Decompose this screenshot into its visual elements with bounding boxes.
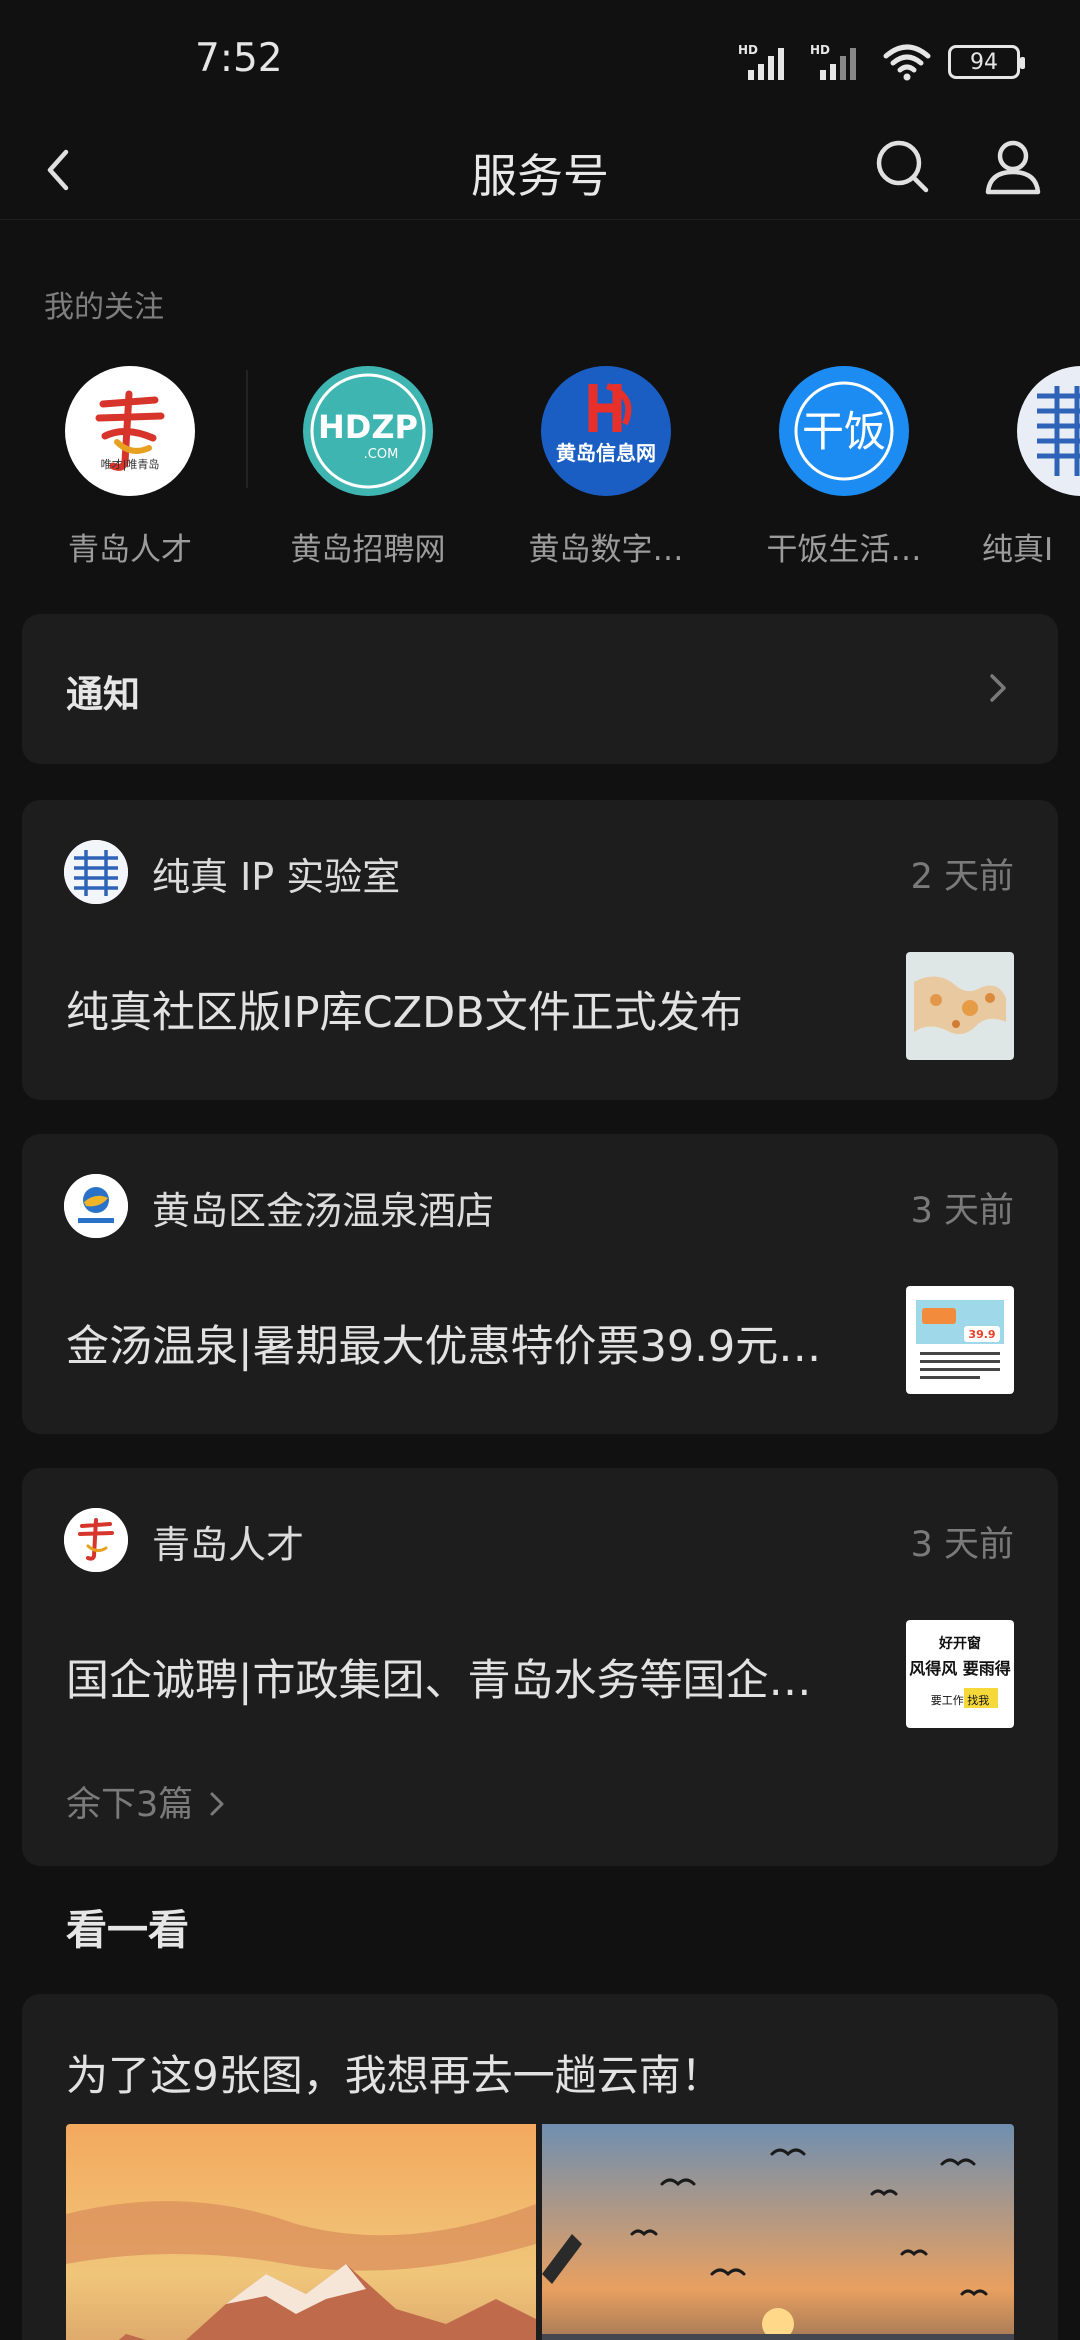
article-card[interactable]: 为了这9张图，我想再去一趟云南！ bbox=[22, 1994, 1058, 2340]
following-item-name: 黄岛数字… bbox=[528, 532, 684, 568]
profile-button[interactable] bbox=[978, 132, 1048, 202]
promo-poster-thumbnail: 39.9 bbox=[906, 1286, 1014, 1394]
jintang-hotel-logo-icon bbox=[64, 1174, 128, 1238]
qingdao-talent-logo-icon: 唯才|唯青岛 bbox=[95, 390, 165, 471]
svg-text:要工作 找我: 要工作 找我 bbox=[931, 1693, 990, 1707]
following-item-ganfan-life[interactable]: 干饭 干饭生活… bbox=[744, 362, 944, 572]
search-icon bbox=[876, 140, 929, 193]
recruitment-poster-thumbnail: 好开窗 风得风 要雨得 要工作 找我 bbox=[906, 1620, 1014, 1728]
nav-header: 服务号 bbox=[0, 120, 1080, 220]
svg-text:黄岛信息网: 黄岛信息网 bbox=[556, 441, 656, 465]
article-image-mountain[interactable] bbox=[66, 2124, 536, 2340]
avatar: 黄岛信息网 bbox=[541, 366, 671, 496]
message-time: 3 天前 bbox=[910, 1525, 1014, 1565]
qingdao-talent-logo-icon bbox=[64, 1508, 128, 1572]
article-image-lake-birds[interactable] bbox=[542, 2124, 1014, 2340]
svg-text:HD: HD bbox=[810, 43, 830, 57]
following-item-hdzp[interactable]: HDZP .COM 黄岛招聘网 bbox=[268, 362, 468, 572]
status-icons: HD HD 94 bbox=[738, 40, 1025, 84]
hdzp-logo-icon: HDZP .COM bbox=[310, 373, 426, 489]
snow-mountain-sunset-image bbox=[66, 2124, 536, 2340]
following-list: 唯才|唯青岛 青岛人才 HDZP .COM 黄岛招聘网 黄岛信息网 黄岛数字… … bbox=[0, 362, 1080, 572]
chunzhen-logo-icon bbox=[64, 840, 128, 904]
chevron-right-icon bbox=[978, 668, 1018, 708]
notice-title: 通知 bbox=[66, 673, 140, 716]
message-time: 3 天前 bbox=[910, 1191, 1014, 1231]
search-button[interactable] bbox=[868, 132, 938, 202]
account-name: 青岛人才 bbox=[152, 1523, 305, 1567]
following-item-name: 纯真I bbox=[982, 532, 1054, 568]
message-thumbnail bbox=[906, 952, 1014, 1060]
account-name: 黄岛区金汤温泉酒店 bbox=[152, 1189, 495, 1233]
status-time: 7:52 bbox=[195, 36, 283, 81]
ganfan-logo-icon: 干饭 bbox=[794, 381, 894, 481]
battery-level: 94 bbox=[970, 49, 998, 75]
cellular-signal-2-icon: HD bbox=[810, 43, 856, 80]
message-title[interactable]: 国企诚聘|市政集团、青岛水务等国企… bbox=[66, 1646, 896, 1708]
following-item-name: 青岛人才 bbox=[68, 532, 192, 568]
message-time: 2 天前 bbox=[910, 857, 1014, 897]
following-item-huangdao-digital[interactable]: 黄岛信息网 黄岛数字… bbox=[506, 362, 706, 572]
battery-icon: 94 bbox=[948, 45, 1025, 79]
message-card[interactable]: 纯真 IP 实验室 2 天前 纯真社区版IP库CZDB文件正式发布 bbox=[22, 800, 1058, 1100]
svg-text:HDZP: HDZP bbox=[318, 408, 418, 446]
avatar bbox=[64, 1174, 128, 1238]
avatar: 干饭 bbox=[779, 366, 909, 496]
account-name: 纯真 IP 实验室 bbox=[152, 855, 401, 899]
message-card[interactable]: 黄岛区金汤温泉酒店 3 天前 金汤温泉|暑期最大优惠特价票39.9元… 39.9 bbox=[22, 1134, 1058, 1434]
huangdao-info-logo-icon: 黄岛信息网 bbox=[556, 383, 656, 465]
more-articles-label: 余下3篇 bbox=[66, 1785, 194, 1825]
avatar: HDZP .COM bbox=[303, 366, 433, 496]
svg-text:干饭: 干饭 bbox=[802, 407, 886, 456]
chevron-right-icon bbox=[210, 1792, 224, 1816]
svg-text:风得风 要雨得: 风得风 要雨得 bbox=[909, 1659, 1011, 1678]
message-title[interactable]: 金汤温泉|暑期最大优惠特价票39.9元… bbox=[66, 1312, 896, 1374]
svg-text:唯才|唯青岛: 唯才|唯青岛 bbox=[101, 457, 160, 471]
world-map-thumbnail bbox=[906, 952, 1014, 1060]
following-section-label: 我的关注 bbox=[44, 290, 164, 325]
following-item-chunzhen-ip[interactable]: 纯真I bbox=[982, 362, 1080, 572]
status-bar: 7:52 HD HD 94 bbox=[0, 0, 1080, 120]
message-card[interactable]: 青岛人才 3 天前 国企诚聘|市政集团、青岛水务等国企… 好开窗 风得风 要雨得… bbox=[22, 1468, 1058, 1866]
svg-text:好开窗: 好开窗 bbox=[938, 1635, 981, 1652]
avatar: 唯才|唯青岛 bbox=[65, 366, 195, 496]
article-title[interactable]: 为了这9张图，我想再去一趟云南！ bbox=[66, 2042, 723, 2103]
avatar bbox=[1017, 366, 1080, 496]
avatar bbox=[64, 1508, 128, 1572]
message-title[interactable]: 纯真社区版IP库CZDB文件正式发布 bbox=[66, 978, 896, 1040]
hd-badge: HD bbox=[738, 43, 758, 57]
more-articles-link[interactable]: 余下3篇 bbox=[66, 1776, 230, 1827]
cellular-signal-icon: HD bbox=[738, 43, 784, 80]
lake-sunset-birds-image bbox=[542, 2124, 1014, 2340]
person-icon bbox=[985, 140, 1041, 195]
notice-card[interactable]: 通知 bbox=[22, 614, 1058, 764]
following-divider bbox=[246, 370, 248, 488]
svg-text:.COM: .COM bbox=[364, 447, 399, 462]
explore-section-title: 看一看 bbox=[66, 1906, 189, 1954]
wifi-icon bbox=[883, 44, 931, 81]
following-item-name: 干饭生活… bbox=[766, 532, 922, 568]
message-thumbnail: 39.9 bbox=[906, 1286, 1014, 1394]
following-item-name: 黄岛招聘网 bbox=[290, 532, 446, 568]
message-thumbnail: 好开窗 风得风 要雨得 要工作 找我 bbox=[906, 1620, 1014, 1728]
chunzhen-logo-icon bbox=[1037, 386, 1080, 476]
following-item-qingdao-talent[interactable]: 唯才|唯青岛 青岛人才 bbox=[30, 362, 230, 572]
svg-text:39.9: 39.9 bbox=[968, 1328, 995, 1341]
avatar bbox=[64, 840, 128, 904]
service-accounts-screen: 7:52 HD HD 94 服务号 我的关注 唯才|唯青岛 青岛人才 HDZP … bbox=[0, 0, 1080, 2340]
